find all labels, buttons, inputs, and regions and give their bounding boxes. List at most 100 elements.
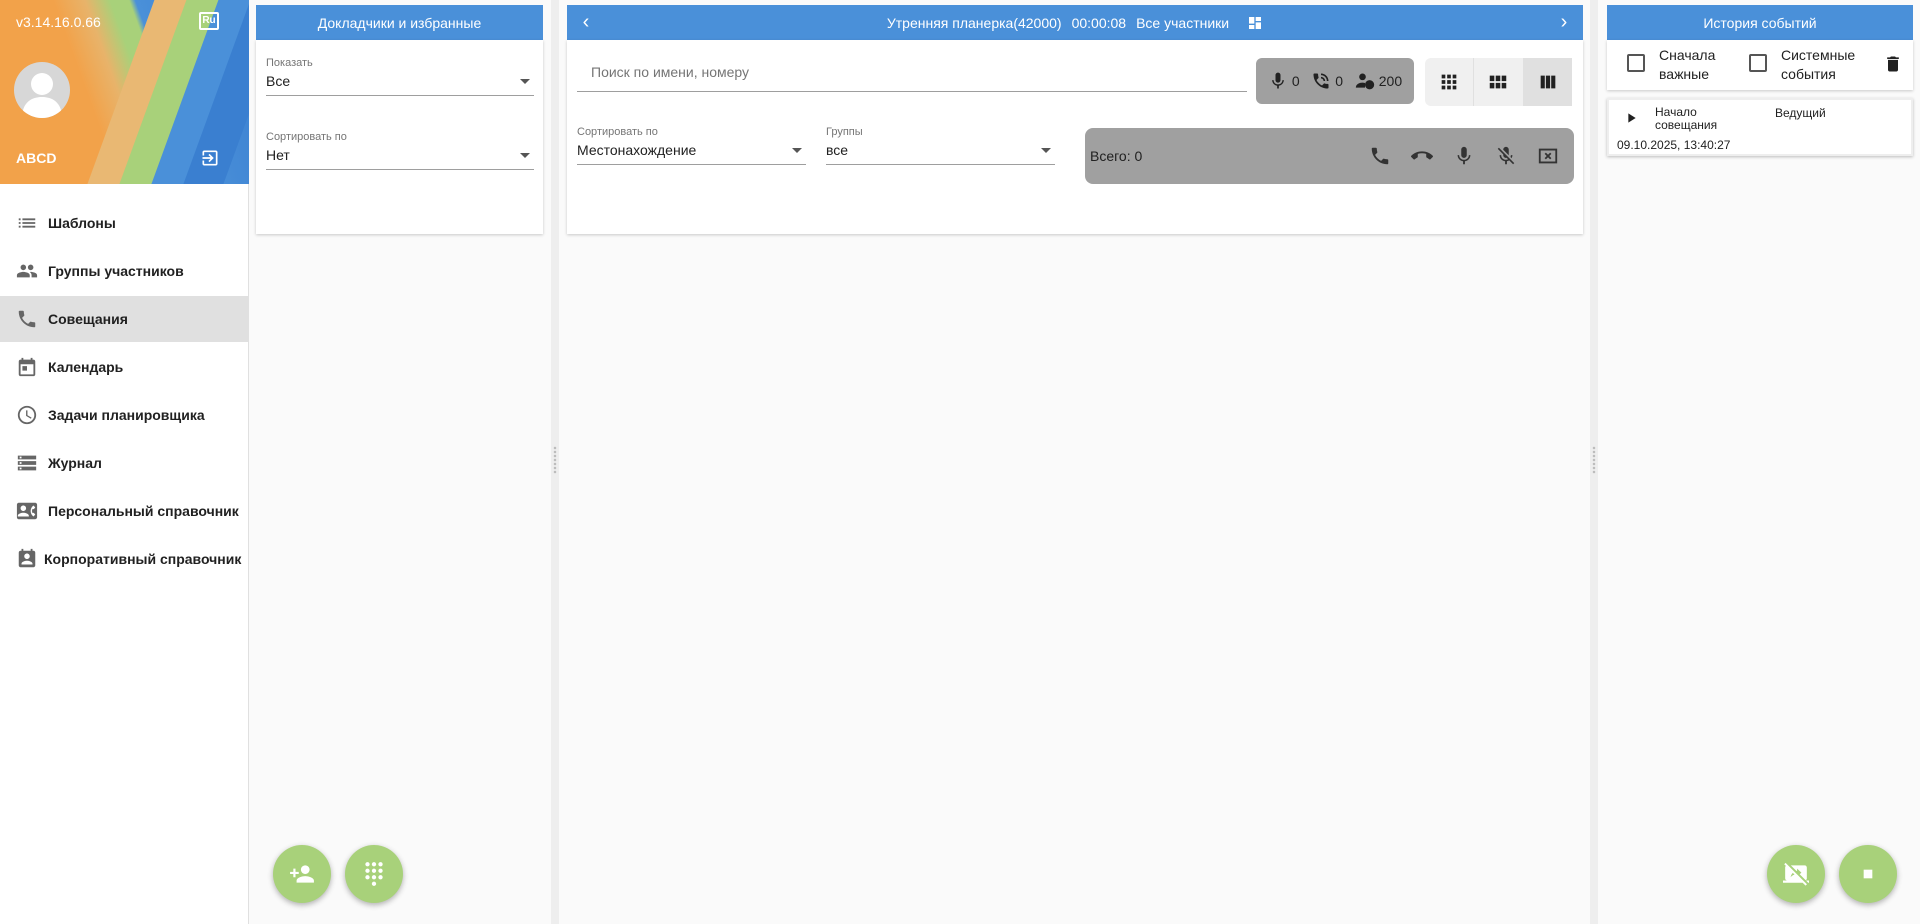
conference-panel: ‹ Утренняя планерка(42000) 00:00:08 Все … [567,5,1583,234]
sort-field: Сортировать по Местонахождение [577,126,806,165]
show-select[interactable]: Все [266,73,534,96]
grid-medium-icon [1490,75,1507,89]
stop-screen-share-icon [1783,862,1809,886]
sidebar-item-label: Совещания [48,311,128,327]
chevron-down-icon [792,148,802,153]
show-label: Показать [266,57,313,69]
max-counter: 200 [1355,71,1402,91]
sidebar-item-meetings[interactable]: Совещания [0,296,249,342]
sort-label: Сортировать по [266,131,347,143]
show-value: Все [266,73,291,89]
conference-timer: 00:00:08 [1071,14,1127,31]
call-icon[interactable] [1369,145,1391,167]
sort-label: Сортировать по [577,126,658,138]
event-name: Начало совещания [1655,105,1718,132]
dashboard-icon[interactable] [1247,15,1263,31]
layout-switcher [1425,58,1572,106]
event-item[interactable]: Начало совещания Ведущий 09.10.2025, 13:… [1607,98,1913,156]
sidebar-item-scheduler-tasks[interactable]: Задачи планировщика [0,392,249,438]
play-icon[interactable] [1623,110,1639,126]
sidebar-item-personal-directory[interactable]: Персональный справочник [0,488,249,534]
logout-icon[interactable] [199,148,221,168]
sidebar-item-label: Группы участников [48,263,184,279]
total-count: Всего: 0 [1090,148,1143,164]
sort-select[interactable]: Местонахождение [577,142,806,165]
delete-icon[interactable] [1883,54,1903,74]
sidebar: v3.14.16.0.66 Ru ABCD Шаблоны Группы уча… [0,0,249,924]
disconnect-all-icon[interactable] [1537,145,1559,167]
chevron-right-icon[interactable]: › [1549,5,1579,40]
storage-list-icon [17,455,37,471]
person-add-icon [290,865,314,883]
stop-meeting-button[interactable] [1839,845,1897,903]
phone-in-talk-icon [1313,73,1329,89]
important-first-checkbox[interactable] [1627,54,1645,72]
layout-columns-button[interactable] [1523,58,1572,106]
events-filters: Сначала важные Системные события [1607,40,1913,90]
dialpad-button[interactable] [345,845,403,903]
add-participant-button[interactable] [273,845,331,903]
chevron-left-icon[interactable]: ‹ [571,5,601,40]
microphone-icon [1271,72,1284,89]
groups-select[interactable]: все [826,142,1055,165]
phone-icon [18,310,36,328]
splitter-right[interactable] [1590,0,1598,924]
max-participants-icon [1355,73,1374,90]
event-timestamp: 09.10.2025, 13:40:27 [1617,138,1731,152]
speaking-count: 0 [1291,73,1300,89]
language-icon[interactable]: Ru [199,12,219,30]
participants-filter[interactable]: Все участники [1136,15,1229,31]
sidebar-item-journal[interactable]: Журнал [0,440,249,486]
contact-card-icon [16,502,38,520]
event-role: Ведущий [1775,106,1826,120]
chevron-down-icon [1041,148,1051,153]
hang-up-icon[interactable] [1411,145,1433,167]
stop-screen-share-button[interactable] [1767,845,1825,903]
calls-counter: 0 [1311,71,1343,91]
sidebar-item-label: Персональный справочник [48,503,239,519]
events-panel-title: История событий [1607,5,1913,40]
sidebar-item-label: Журнал [48,455,102,471]
total-bar: Всего: 0 [1085,128,1574,184]
system-events-checkbox[interactable] [1749,54,1767,72]
dialpad-icon [365,862,383,886]
sidebar-item-templates[interactable]: Шаблоны [0,200,249,246]
groups-value: все [826,142,849,158]
speakers-panel: Докладчики и избранные Показать Все Сорт… [256,5,543,234]
sidebar-item-label: Корпоративный справочник [44,551,242,567]
sidebar-item-calendar[interactable]: Календарь [0,344,249,390]
search-input[interactable]: Поиск по имени, номеру [577,58,1247,92]
calls-count: 0 [1335,73,1344,89]
layout-grid-medium-button[interactable] [1474,58,1524,106]
layout-grid-small-button[interactable] [1425,58,1475,106]
calendar-icon [18,357,36,377]
sort-value: Местонахождение [577,142,697,158]
sidebar-item-participant-groups[interactable]: Группы участников [0,248,249,294]
stop-icon [1863,869,1873,879]
people-icon [16,264,38,278]
avatar [14,62,70,118]
speaking-counter: 0 [1268,71,1300,91]
sort-value: Нет [266,147,290,163]
microphone-off-icon[interactable] [1495,145,1517,167]
splitter-left[interactable] [551,0,559,924]
sidebar-item-corporate-directory[interactable]: Корпоративный справочник [0,536,249,582]
sidebar-item-label: Шаблоны [48,215,116,231]
sidebar-header: v3.14.16.0.66 Ru ABCD [0,0,249,184]
user-name: ABCD [16,150,57,166]
system-events-label: Системные события [1781,47,1856,82]
microphone-icon[interactable] [1453,145,1475,167]
list-icon [18,218,36,228]
sidebar-item-label: Календарь [48,359,124,375]
conference-controls: Поиск по имени, номеру 0 0 200 Сортирова… [567,40,1583,234]
clock-icon [17,405,37,425]
chevron-down-icon [520,79,530,84]
speakers-filters: Показать Все Сортировать по Нет [256,40,543,234]
groups-field: Группы все [826,126,1055,165]
max-count: 200 [1378,73,1403,89]
grid-small-icon [1441,74,1457,90]
sort-select[interactable]: Нет [266,147,534,170]
app-version: v3.14.16.0.66 [16,14,101,30]
sidebar-item-label: Задачи планировщика [48,407,205,423]
conference-header: ‹ Утренняя планерка(42000) 00:00:08 Все … [567,5,1583,40]
